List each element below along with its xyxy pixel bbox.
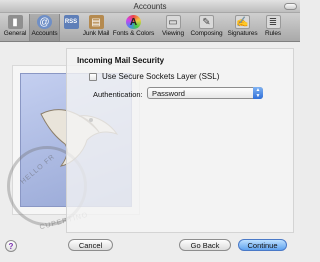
toolbar-toggle-button[interactable] bbox=[284, 3, 297, 10]
toolbar-item-composing[interactable]: ✎ Composing bbox=[189, 14, 224, 41]
section-title: Incoming Mail Security bbox=[77, 56, 165, 65]
help-button[interactable]: ? bbox=[5, 240, 17, 252]
switch-icon: ▮ bbox=[7, 15, 23, 29]
at-sign-icon: @ bbox=[37, 15, 52, 29]
title-bar: Accounts bbox=[0, 0, 300, 13]
ssl-row[interactable]: Use Secure Sockets Layer (SSL) bbox=[89, 72, 219, 81]
toolbar-item-accounts[interactable]: @ Accounts bbox=[29, 14, 60, 41]
preferences-toolbar: ▮ General @ Accounts RSS . ▤ Junk Mail A… bbox=[0, 13, 300, 42]
setup-assistant-content: HELLO FR CUPERTINO Incoming Mail Securit… bbox=[0, 43, 300, 262]
composing-icon: ✎ bbox=[199, 15, 214, 29]
toolbar-item-fonts-colors[interactable]: A Fonts & Colors bbox=[113, 14, 154, 41]
chevron-up-down-icon: ▲ ▼ bbox=[253, 87, 263, 99]
toolbar-item-junk-mail[interactable]: ▤ Junk Mail bbox=[82, 14, 110, 41]
toolbar-item-viewing[interactable]: ▭ Viewing bbox=[159, 14, 187, 41]
authentication-select[interactable]: Password ▲ ▼ bbox=[147, 87, 263, 99]
signature-icon: ✍ bbox=[235, 15, 250, 29]
rules-icon: ≣ bbox=[265, 15, 281, 29]
window-title: Accounts bbox=[133, 2, 167, 11]
continue-button[interactable]: Continue bbox=[238, 239, 287, 251]
incoming-security-panel: Incoming Mail Security Use Secure Socket… bbox=[66, 48, 294, 233]
toolbar-item-signatures[interactable]: ✍ Signatures bbox=[226, 14, 259, 41]
rss-icon: RSS bbox=[63, 15, 79, 29]
authentication-label: Authentication: bbox=[93, 90, 143, 99]
junk-mail-icon: ▤ bbox=[88, 15, 104, 29]
toolbar-item-rules[interactable]: ≣ Rules bbox=[262, 14, 284, 41]
go-back-button[interactable]: Go Back bbox=[179, 239, 231, 251]
ssl-checkbox[interactable] bbox=[89, 72, 97, 81]
toolbar-item-general[interactable]: ▮ General bbox=[2, 14, 28, 41]
authentication-value: Password bbox=[152, 89, 185, 98]
cancel-button[interactable]: Cancel bbox=[68, 239, 113, 251]
toolbar-item-rss[interactable]: RSS . bbox=[62, 14, 80, 41]
fonts-colors-icon: A bbox=[126, 15, 141, 29]
viewing-icon: ▭ bbox=[165, 15, 181, 29]
ssl-label: Use Secure Sockets Layer (SSL) bbox=[102, 72, 220, 81]
